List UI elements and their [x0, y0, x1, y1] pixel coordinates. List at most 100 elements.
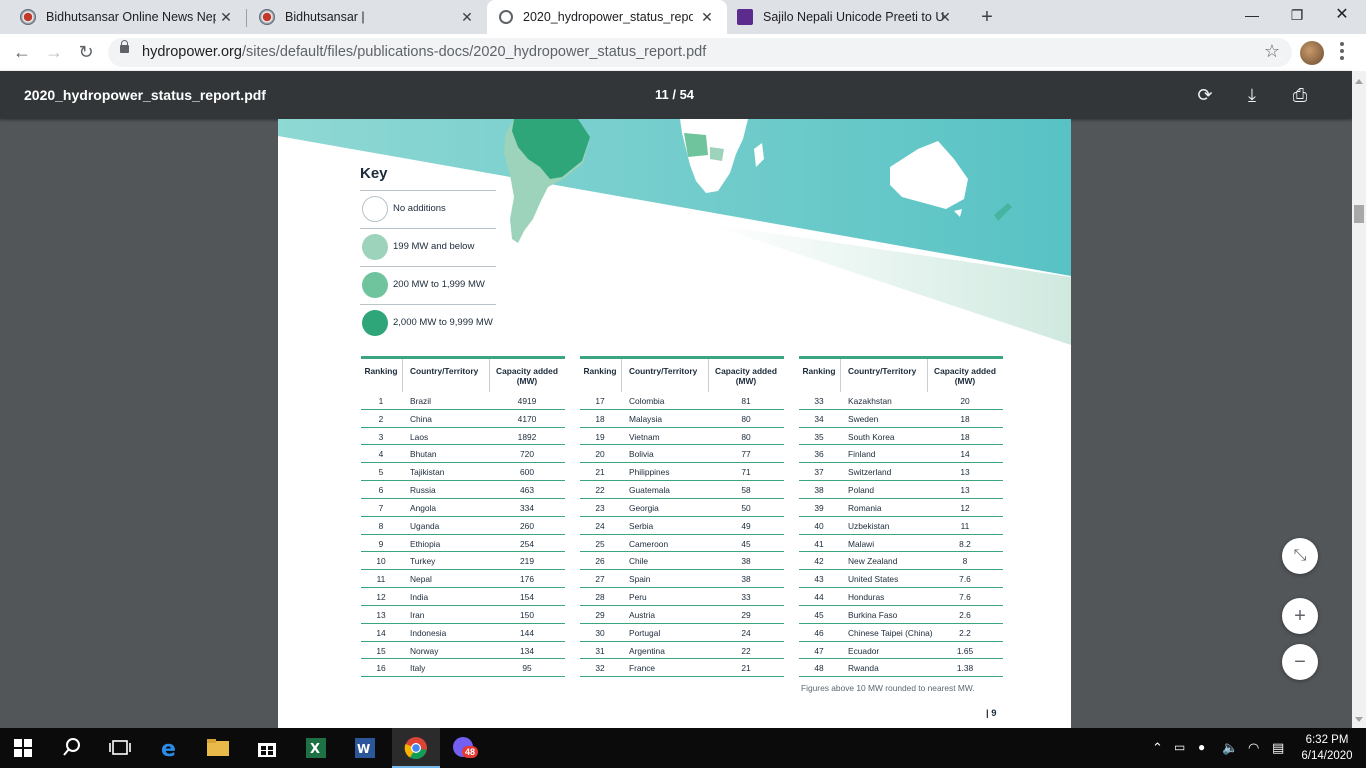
task-view-icon[interactable] [108, 736, 132, 760]
address-bar[interactable]: hydropower.org/sites/default/files/publi… [108, 38, 1292, 67]
print-icon[interactable]: ⎙ [1288, 83, 1312, 107]
table-row: 35 South Korea 18 [799, 428, 1003, 446]
country-cell: Argentina [629, 645, 665, 656]
chrome-icon[interactable] [404, 736, 428, 760]
windows-start-icon[interactable] [14, 739, 32, 757]
country-cell: France [629, 663, 656, 674]
table-row: 36 Finland 14 [799, 445, 1003, 464]
rank-cell: 27 [595, 574, 605, 585]
tab-bidhutsansar-news[interactable]: Bidhutsansar Online News Nepal ✕ [0, 0, 246, 34]
capacity-cell: 18 [960, 431, 970, 442]
close-icon[interactable]: ✕ [699, 9, 715, 25]
store-icon[interactable] [255, 736, 279, 760]
table-row: 31 Argentina 22 [580, 642, 784, 660]
reload-button[interactable]: ↻ [74, 40, 98, 64]
browser-toolbar: ← → ↻ hydropower.org/sites/default/files… [0, 34, 1366, 72]
table-header: Ranking Country/Territory Capacity added… [580, 359, 784, 392]
country-cell: South Korea [848, 431, 895, 442]
page-indicator[interactable]: 11 / 54 [655, 87, 694, 102]
rank-cell: 3 [378, 431, 384, 442]
rank-cell: 28 [595, 592, 605, 603]
capacity-cell: 219 [520, 556, 534, 567]
profile-avatar[interactable] [1300, 41, 1324, 65]
tab-label: 2020_hydropower_status_report.p [523, 10, 693, 24]
country-cell: Poland [848, 485, 875, 496]
table-row: 1 Brazil 4919 [361, 392, 565, 410]
country-cell: Switzerland [848, 467, 892, 478]
country-cell: Uganda [410, 520, 440, 531]
url-path: /sites/default/files/publications-docs/2… [241, 44, 707, 60]
tab-bidhutsansar[interactable]: Bidhutsansar | ✕ [247, 0, 487, 34]
vertical-scrollbar[interactable] [1352, 71, 1366, 728]
country-cell: Malaysia [629, 413, 663, 424]
network-error-icon[interactable]: ● [1198, 740, 1205, 754]
capacity-cell: 720 [520, 449, 534, 460]
back-button[interactable]: ← [10, 40, 34, 64]
capacity-cell: 2.2 [959, 627, 971, 638]
excel-icon[interactable]: X [304, 736, 328, 760]
tab-hydropower-report[interactable]: 2020_hydropower_status_report.p ✕ [487, 0, 727, 34]
table-row: 26 Chile 38 [580, 552, 784, 571]
table-row: 16 Italy 95 [361, 659, 565, 678]
table-row: 12 India 154 [361, 588, 565, 606]
table-row: 33 Kazakhstan 20 [799, 392, 1003, 410]
new-tab-button[interactable]: + [976, 7, 998, 27]
action-center-icon[interactable]: ▤ [1272, 740, 1284, 756]
search-icon[interactable] [62, 736, 86, 760]
forward-button[interactable]: → [42, 40, 66, 64]
capacity-cell: 95 [522, 663, 532, 674]
capacity-cell: 14 [960, 449, 970, 460]
close-icon[interactable]: ✕ [937, 9, 953, 25]
table-row: 10 Turkey 219 [361, 552, 565, 571]
restore-button[interactable]: ❐ [1273, 0, 1321, 32]
zoom-out-button[interactable]: − [1282, 644, 1318, 680]
country-cell: Finland [848, 449, 876, 460]
download-icon[interactable]: ⤓ [1240, 83, 1264, 107]
table-row: 11 Nepal 176 [361, 570, 565, 589]
minimize-button[interactable]: — [1228, 0, 1276, 32]
header-ranking: Ranking [364, 366, 398, 376]
scroll-down-arrow-icon[interactable] [1355, 717, 1363, 726]
country-cell: Angola [410, 502, 437, 513]
rank-cell: 25 [595, 538, 605, 549]
tab-sajilo-nepali[interactable]: Sajilo Nepali Unicode Preeti to U ✕ [727, 0, 965, 34]
rotate-icon[interactable]: ⟳ [1193, 83, 1217, 107]
close-icon[interactable]: ✕ [218, 9, 234, 25]
key-item: 200 MW to 1,999 MW [360, 266, 496, 304]
close-icon[interactable]: ✕ [459, 9, 475, 25]
tray-chevron-icon[interactable]: ⌃ [1152, 740, 1163, 756]
table-row: 18 Malaysia 80 [580, 410, 784, 428]
rank-cell: 7 [378, 502, 384, 513]
table-footnote: Figures above 10 MW rounded to nearest M… [801, 683, 975, 693]
taskbar-clock[interactable]: 6:32 PM 6/14/2020 [1298, 732, 1356, 764]
svg-text:e: e [161, 737, 176, 760]
table-row: 29 Austria 29 [580, 606, 784, 624]
menu-kebab-icon[interactable] [1340, 42, 1344, 62]
scroll-up-arrow-icon[interactable] [1355, 75, 1363, 84]
capacity-cell: 13 [960, 485, 970, 496]
file-explorer-icon[interactable] [206, 736, 230, 760]
fit-to-page-button[interactable]: ⤡ [1282, 538, 1318, 574]
key-title: Key [360, 165, 388, 182]
country-cell: Peru [629, 592, 647, 603]
scrollbar-thumb[interactable] [1354, 205, 1364, 223]
zoom-in-button[interactable]: + [1282, 598, 1318, 634]
table-header: Ranking Country/Territory Capacity added… [361, 359, 565, 392]
ranking-table-1: Ranking Country/Territory Capacity added… [361, 356, 565, 678]
edge-browser-icon[interactable]: e [158, 736, 182, 760]
volume-icon[interactable]: 🔈 [1222, 740, 1238, 756]
country-cell: Sweden [848, 413, 879, 424]
bookmark-star-icon[interactable]: ☆ [1264, 41, 1280, 62]
capacity-cell: 29 [741, 609, 751, 620]
table-row: 13 Iran 150 [361, 606, 565, 624]
header-country: Country/Territory [410, 366, 479, 376]
wifi-icon[interactable]: ◠ [1248, 740, 1259, 756]
word-icon[interactable]: W [353, 736, 377, 760]
capacity-cell: 150 [520, 609, 534, 620]
url-text[interactable]: hydropower.org/sites/default/files/publi… [142, 44, 706, 60]
capacity-cell: 7.6 [959, 592, 971, 603]
keyboard-icon[interactable]: ▭ [1174, 740, 1185, 754]
rank-cell: 44 [814, 592, 824, 603]
window-close-button[interactable]: ✕ [1318, 0, 1366, 32]
capacity-cell: 144 [520, 627, 534, 638]
